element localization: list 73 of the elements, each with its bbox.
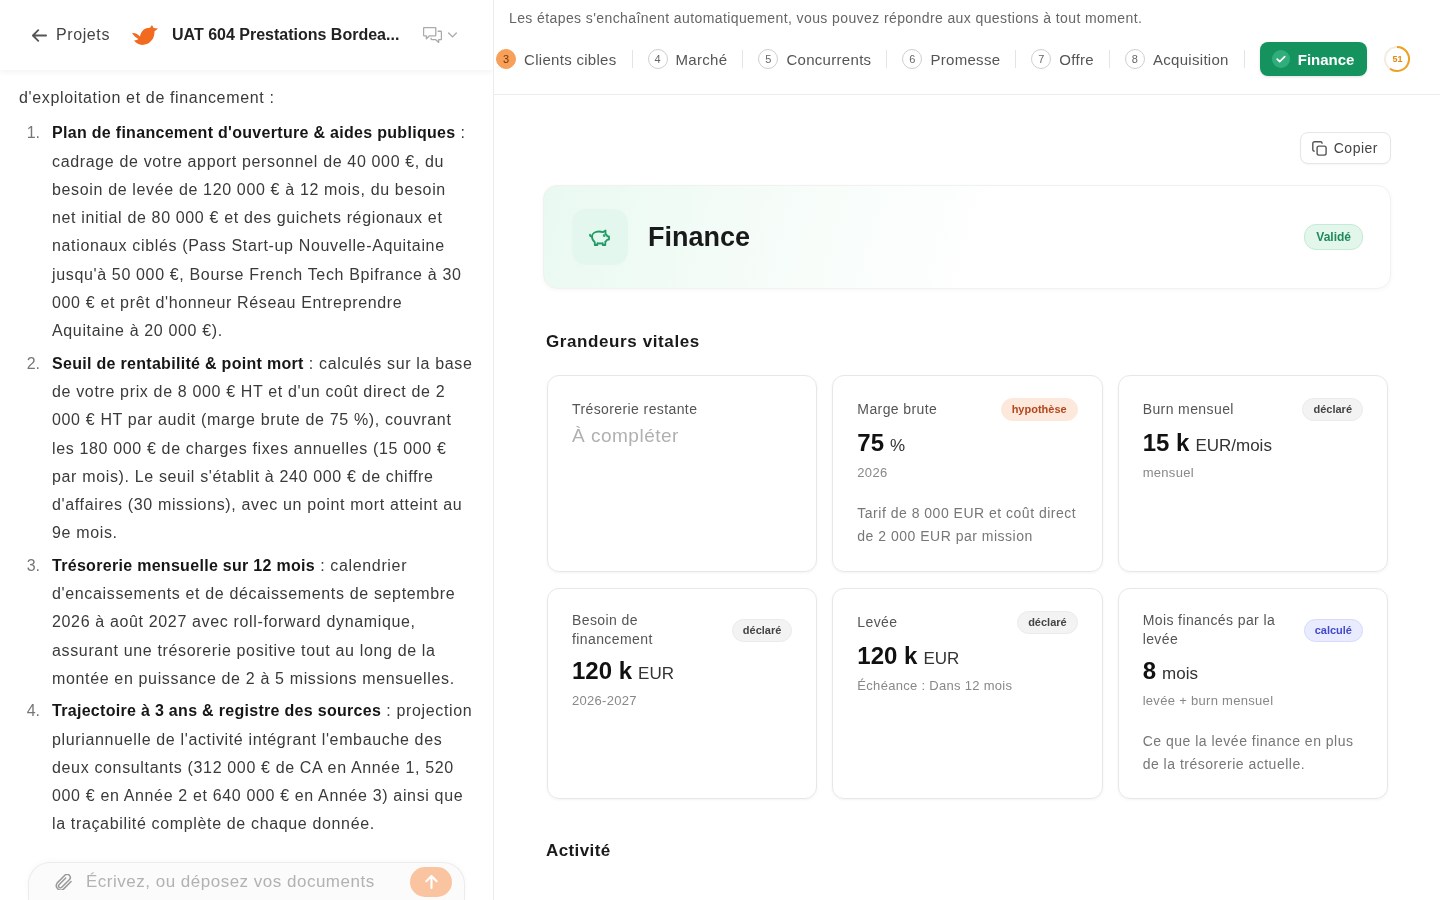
chat-menu-button[interactable] <box>421 25 460 45</box>
metric-unit: EUR <box>923 649 960 669</box>
step-number: 7 <box>1031 49 1052 69</box>
source-badge: calculé <box>1303 618 1363 642</box>
metric-label: Mois financés par la levée <box>1142 611 1277 649</box>
step-number: 5 <box>758 49 779 69</box>
paperclip-icon <box>55 873 72 890</box>
source-badge: déclaré <box>731 618 793 642</box>
chevron-down-icon <box>448 32 458 38</box>
list-number: 2. <box>25 353 41 374</box>
steps-hint-text: Les étapes s'enchaînent automatiquement, vous pouvez répondre aux questions à tout moment. <box>509 10 1144 26</box>
metric-unit: EUR <box>638 664 674 684</box>
list-number: 3. <box>25 555 41 576</box>
message-input[interactable]: Écrivez, ou déposez vos documents <box>86 871 396 892</box>
project-title: UAT 604 Prestations Bordea... <box>172 26 400 44</box>
arrow-up-icon <box>424 874 438 889</box>
metric-value: 75 <box>857 428 885 458</box>
source-badge: déclaré <box>1017 611 1078 634</box>
chat-message-text: d'exploitation et de financement : <box>19 88 276 108</box>
copy-icon <box>1311 140 1327 156</box>
metric-placeholder-value: À compléter <box>572 424 679 448</box>
metric-caption: mensuel <box>1142 464 1194 482</box>
chat-bubbles-icon <box>423 27 443 43</box>
step-number: 3 <box>496 49 516 69</box>
piggy-bank-icon <box>572 209 628 265</box>
source-badge: hypothèse <box>1000 398 1078 421</box>
metric-unit: % <box>890 436 906 456</box>
section-title: Finance <box>648 221 751 253</box>
metric-unit: mois <box>1162 664 1198 684</box>
metric-caption: 2026 <box>857 464 888 482</box>
step-tab[interactable]: 7 Offre <box>1031 42 1094 76</box>
check-icon <box>1271 50 1290 68</box>
metric-caption: Échéance : Dans 12 mois <box>857 677 1013 695</box>
metric-value: 120 k <box>857 641 918 671</box>
metric-caption: levée + burn mensuel <box>1142 692 1274 710</box>
list-item-text: Trajectoire à 3 ans & registre des sources : projection pluriannuelle de l'activité intégrant l'embauche des deux consultants (312 000 € de CA en Année 1, 520 000 € en Année 2 et 640 000 € en Année 3) ainsi que la traçabilité complète de chaque donnée. <box>52 701 474 835</box>
step-number: 6 <box>902 49 923 69</box>
step-tab[interactable]: 8 Acquisition <box>1124 42 1229 76</box>
metric-label: Levée <box>857 613 898 632</box>
metric-label: Marge brute <box>857 400 938 419</box>
metric-label: Trésorerie restante <box>572 399 698 419</box>
metric-value: 8 <box>1142 656 1156 686</box>
step-number: 8 <box>1124 49 1145 69</box>
step-tab[interactable]: 6 Promesse <box>902 42 1001 76</box>
step-tab[interactable]: 3 Clients cibles <box>496 42 617 76</box>
list-item-text: Trésorerie mensuelle sur 12 mois : calendrier d'encaissements et de décaissements de septembre 2026 à août 2027 avec roll-forward dynamique, assurant une trésorerie positive tout au long de la montée en puissance de 2 à 5 missions mensuelles. <box>52 555 457 689</box>
list-number: 4. <box>25 701 41 722</box>
step-number: 4 <box>647 49 668 69</box>
section-heading: Activité <box>546 841 612 861</box>
list-item-text: Seuil de rentabilité & point mort : calculés sur la base de votre prix de 8 000 € HT et d'un coût direct de 2 000 € HT par audit (marge brute de 75 %), couvrant les 180 000 € de charges fixes annuelles (15 000 € par mois). Le seuil s'établit à 240 000 € de chiffre d'affaires (30 missions), avec un point mort atteint au 9e mois. <box>52 353 474 544</box>
list-item-text: Plan de financement d'ouverture & aides publiques : cadrage de votre apport personnel de 40 000 €, du besoin de levée de 120 000 € à 12 mois, du besoin net initial de 80 000 € et des guichets régionaux et nationaux ciblés (Pass Start-up Nouvelle-Aquitaine jusqu'à 50 000 €, Bourse French Tech Bpifrance à 30 000 € et prêt d'honneur Réseau Entreprendre Aquitaine à 20 000 €). <box>52 123 467 342</box>
metric-value: 15 k <box>1142 428 1190 458</box>
back-button[interactable]: Projets <box>30 24 112 46</box>
step-tab[interactable]: 4 Marché <box>647 42 728 76</box>
metric-value: 120 k <box>572 656 633 686</box>
metric-caption: 2026-2027 <box>572 692 637 710</box>
message-composer[interactable]: Écrivez, ou déposez vos documents <box>28 862 465 900</box>
metric-unit: EUR/mois <box>1195 436 1272 456</box>
list-number: 1. <box>25 123 41 144</box>
source-badge: déclaré <box>1302 398 1363 421</box>
progress-score: 51 <box>1392 54 1403 64</box>
send-button[interactable] <box>410 866 452 897</box>
arrow-left-icon <box>32 28 47 42</box>
step-tab[interactable]: 5 Concurrents <box>758 42 872 76</box>
metric-note: Tarif de 8 000 EUR et coût direct de 2 000 EUR par mission <box>857 504 1078 546</box>
status-badge: Validé <box>1304 224 1363 250</box>
step-tab[interactable]: Finance <box>1259 42 1368 76</box>
metric-note: Ce que la levée finance en plus de la trésorerie actuelle. <box>1142 732 1355 774</box>
bird-logo-icon <box>132 25 158 45</box>
section-heading: Grandeurs vitales <box>546 332 701 352</box>
copy-button[interactable]: Copier <box>1299 132 1391 164</box>
metric-label: Besoin de financement <box>572 611 654 649</box>
metric-label: Burn mensuel <box>1142 400 1234 419</box>
